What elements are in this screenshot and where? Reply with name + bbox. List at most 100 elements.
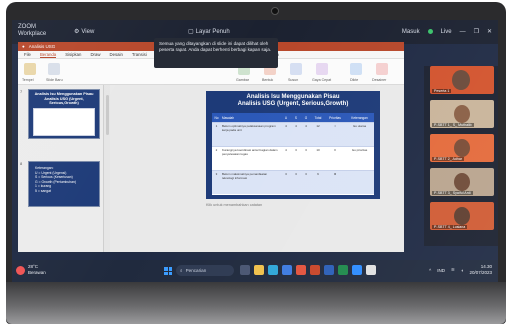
close-icon[interactable]: ✕ bbox=[487, 28, 492, 35]
participant-name: P-SBTT 4_ Lusiana bbox=[432, 225, 468, 229]
clock-date: 20/07/2023 bbox=[469, 270, 492, 275]
tab-file[interactable]: File bbox=[24, 52, 31, 57]
screen: ZOOM Workplace ⚙ View ▢ Layar Penuh Masu… bbox=[12, 20, 498, 282]
new-slide-button[interactable] bbox=[48, 63, 60, 75]
table-cell: I bbox=[334, 124, 336, 128]
thumb-number: 7 bbox=[20, 89, 23, 94]
slide-title: Analisis Isu Menggunakan Pisau Analisis … bbox=[206, 91, 380, 108]
picture-label: Gambar bbox=[236, 78, 249, 82]
ppt-body: 7 Analisis Isu Menggunakan Pisau Analisi… bbox=[18, 85, 404, 252]
thumb-bullet: 5 = sangat bbox=[35, 188, 51, 193]
powerpoint-icon[interactable] bbox=[310, 265, 320, 275]
paste-button[interactable] bbox=[24, 63, 36, 75]
photo-frame: ZOOM Workplace ⚙ View ▢ Layar Penuh Masu… bbox=[0, 0, 510, 327]
participant-tile[interactable]: P-SBTT 4_ Lusiana bbox=[430, 202, 494, 230]
table-header: No Masalah U S G Total Prioritas Keteran… bbox=[212, 113, 374, 122]
volume-icon[interactable]: ◖ bbox=[461, 268, 464, 273]
wifi-icon[interactable]: ≋ bbox=[451, 267, 455, 273]
topbar-right: Masuk Live — ❐ ✕ bbox=[402, 28, 492, 36]
dictate-button[interactable] bbox=[350, 63, 362, 75]
thumb-title: Analisis Isu Menggunakan Pisau Analisis … bbox=[34, 92, 94, 105]
slide-editor: Analisis Isu Menggunakan Pisau Analisis … bbox=[110, 85, 404, 252]
arrange-button[interactable] bbox=[290, 63, 302, 75]
store-icon[interactable] bbox=[282, 265, 292, 275]
header-cell: Total bbox=[314, 115, 322, 120]
excel-icon[interactable] bbox=[338, 265, 348, 275]
app-brand-line2: Workplace bbox=[18, 31, 47, 37]
language-indicator[interactable]: IND bbox=[437, 268, 445, 273]
tab-draw[interactable]: Draw bbox=[90, 52, 100, 57]
table-cell bbox=[345, 171, 374, 194]
files-icon[interactable] bbox=[254, 265, 264, 275]
table-cell: 4 bbox=[285, 148, 287, 152]
clock[interactable]: 14.30 20/07/2023 bbox=[469, 264, 492, 276]
notes-placeholder[interactable]: Klik untuk menambahkan catatan bbox=[206, 203, 262, 207]
tab-sisipkan[interactable]: Sisipkan bbox=[65, 52, 81, 57]
participant-video bbox=[454, 207, 470, 225]
header-cell: Masalah bbox=[222, 115, 235, 120]
webcam-icon bbox=[271, 7, 279, 15]
chrome-icon[interactable] bbox=[296, 265, 306, 275]
taskbar-search[interactable]: ⌕ Pencarian bbox=[176, 265, 234, 276]
table-cell: 3 bbox=[215, 172, 218, 176]
layout-label: Layar Penuh bbox=[195, 28, 230, 35]
weather-desc: Berawan bbox=[28, 270, 46, 275]
header-cell: U bbox=[284, 115, 288, 120]
view-button[interactable]: ⚙ View bbox=[74, 28, 94, 36]
current-slide[interactable]: Analisis Isu Menggunakan Pisau Analisis … bbox=[206, 91, 380, 199]
participant-tile[interactable]: P-SBTT 2_ Adhar bbox=[430, 134, 494, 162]
live-label[interactable]: Live bbox=[441, 29, 452, 35]
participant-tile[interactable]: P-SBTT 1_ S_ Muthalib bbox=[430, 100, 494, 128]
task-view-icon[interactable] bbox=[240, 265, 250, 275]
table-cell: 9 bbox=[317, 172, 319, 176]
start-icon[interactable] bbox=[164, 267, 172, 275]
participant-tile[interactable]: P-SBTT 3_ Syaiful Ardi bbox=[430, 168, 494, 196]
weather-widget[interactable]: 28°C Berawan bbox=[16, 264, 46, 276]
quick-styles-button[interactable] bbox=[316, 63, 328, 75]
powerpoint-window: ● Analisis USG File Beranda Sisipkan Dra… bbox=[18, 42, 404, 252]
slide-thumbnail[interactable]: Analisis Isu Menggunakan Pisau Analisis … bbox=[28, 89, 100, 139]
search-placeholder: Pencarian bbox=[185, 268, 207, 273]
taskbar-apps bbox=[240, 265, 376, 275]
table-cell: 1 bbox=[215, 124, 218, 128]
tab-beranda[interactable]: Beranda bbox=[39, 52, 57, 58]
table-cell: 3 bbox=[305, 148, 307, 152]
word-icon[interactable] bbox=[324, 265, 334, 275]
thumb-number: 8 bbox=[20, 161, 23, 166]
fullscreen-icon: ▢ bbox=[188, 29, 194, 35]
thumbnail-scrollbar[interactable] bbox=[106, 95, 109, 135]
autosave-icon[interactable]: ● bbox=[22, 44, 25, 49]
minimize-icon[interactable]: — bbox=[460, 29, 466, 35]
participant-video bbox=[454, 105, 470, 123]
participant-video bbox=[454, 139, 470, 157]
table-cell: Isu prioritas bbox=[351, 148, 368, 152]
slide-thumbnail[interactable]: Keterangan: U = Urgent (Urgensi) S = Ser… bbox=[28, 161, 100, 207]
quick-styles-label: Gaya Cepat bbox=[312, 78, 332, 82]
participant-name: P-SBTT 1_ S_ Muthalib bbox=[432, 123, 474, 127]
table-cell: Kurangnya koordinasi antar bagian dalam … bbox=[222, 148, 278, 156]
edge-icon[interactable] bbox=[268, 265, 278, 275]
tab-desain[interactable]: Desain bbox=[109, 52, 122, 57]
table-cell: II bbox=[334, 148, 336, 152]
zoom-icon[interactable] bbox=[352, 265, 362, 275]
restore-icon[interactable]: ❐ bbox=[474, 28, 479, 35]
header-cell: G bbox=[304, 115, 308, 120]
table-cell: Belum maksimalnya pemanfaatan teknologi … bbox=[222, 172, 268, 180]
participant-tile[interactable]: Peserta 1 bbox=[430, 66, 494, 94]
chevron-up-icon[interactable]: ^ bbox=[429, 268, 431, 273]
designer-button[interactable] bbox=[376, 63, 388, 75]
table-cell: 3 bbox=[295, 172, 297, 176]
status-label[interactable]: Masuk bbox=[402, 29, 420, 35]
meet-icon[interactable] bbox=[366, 265, 376, 275]
table-row: 1 Belum optimalnya pelaksanaan program k… bbox=[212, 122, 374, 146]
participants-panel: Peserta 1 P-SBTT 1_ S_ Muthalib P-SBTT 2… bbox=[424, 66, 498, 246]
layout-button[interactable]: ▢ Layar Penuh bbox=[188, 28, 230, 36]
header-cell: No bbox=[214, 115, 219, 120]
dictate-label: Dikte bbox=[350, 78, 359, 82]
tab-transisi[interactable]: Transisi bbox=[132, 52, 147, 57]
keyboard-deck bbox=[6, 282, 506, 324]
table-cell: 4 bbox=[305, 124, 307, 128]
table-cell: 12 bbox=[316, 124, 320, 128]
windows-taskbar: 28°C Berawan ⌕ Pencarian ^ IND ≋ ◖ 14.30… bbox=[12, 260, 498, 282]
new-slide-label: Slide Baru bbox=[46, 78, 63, 82]
